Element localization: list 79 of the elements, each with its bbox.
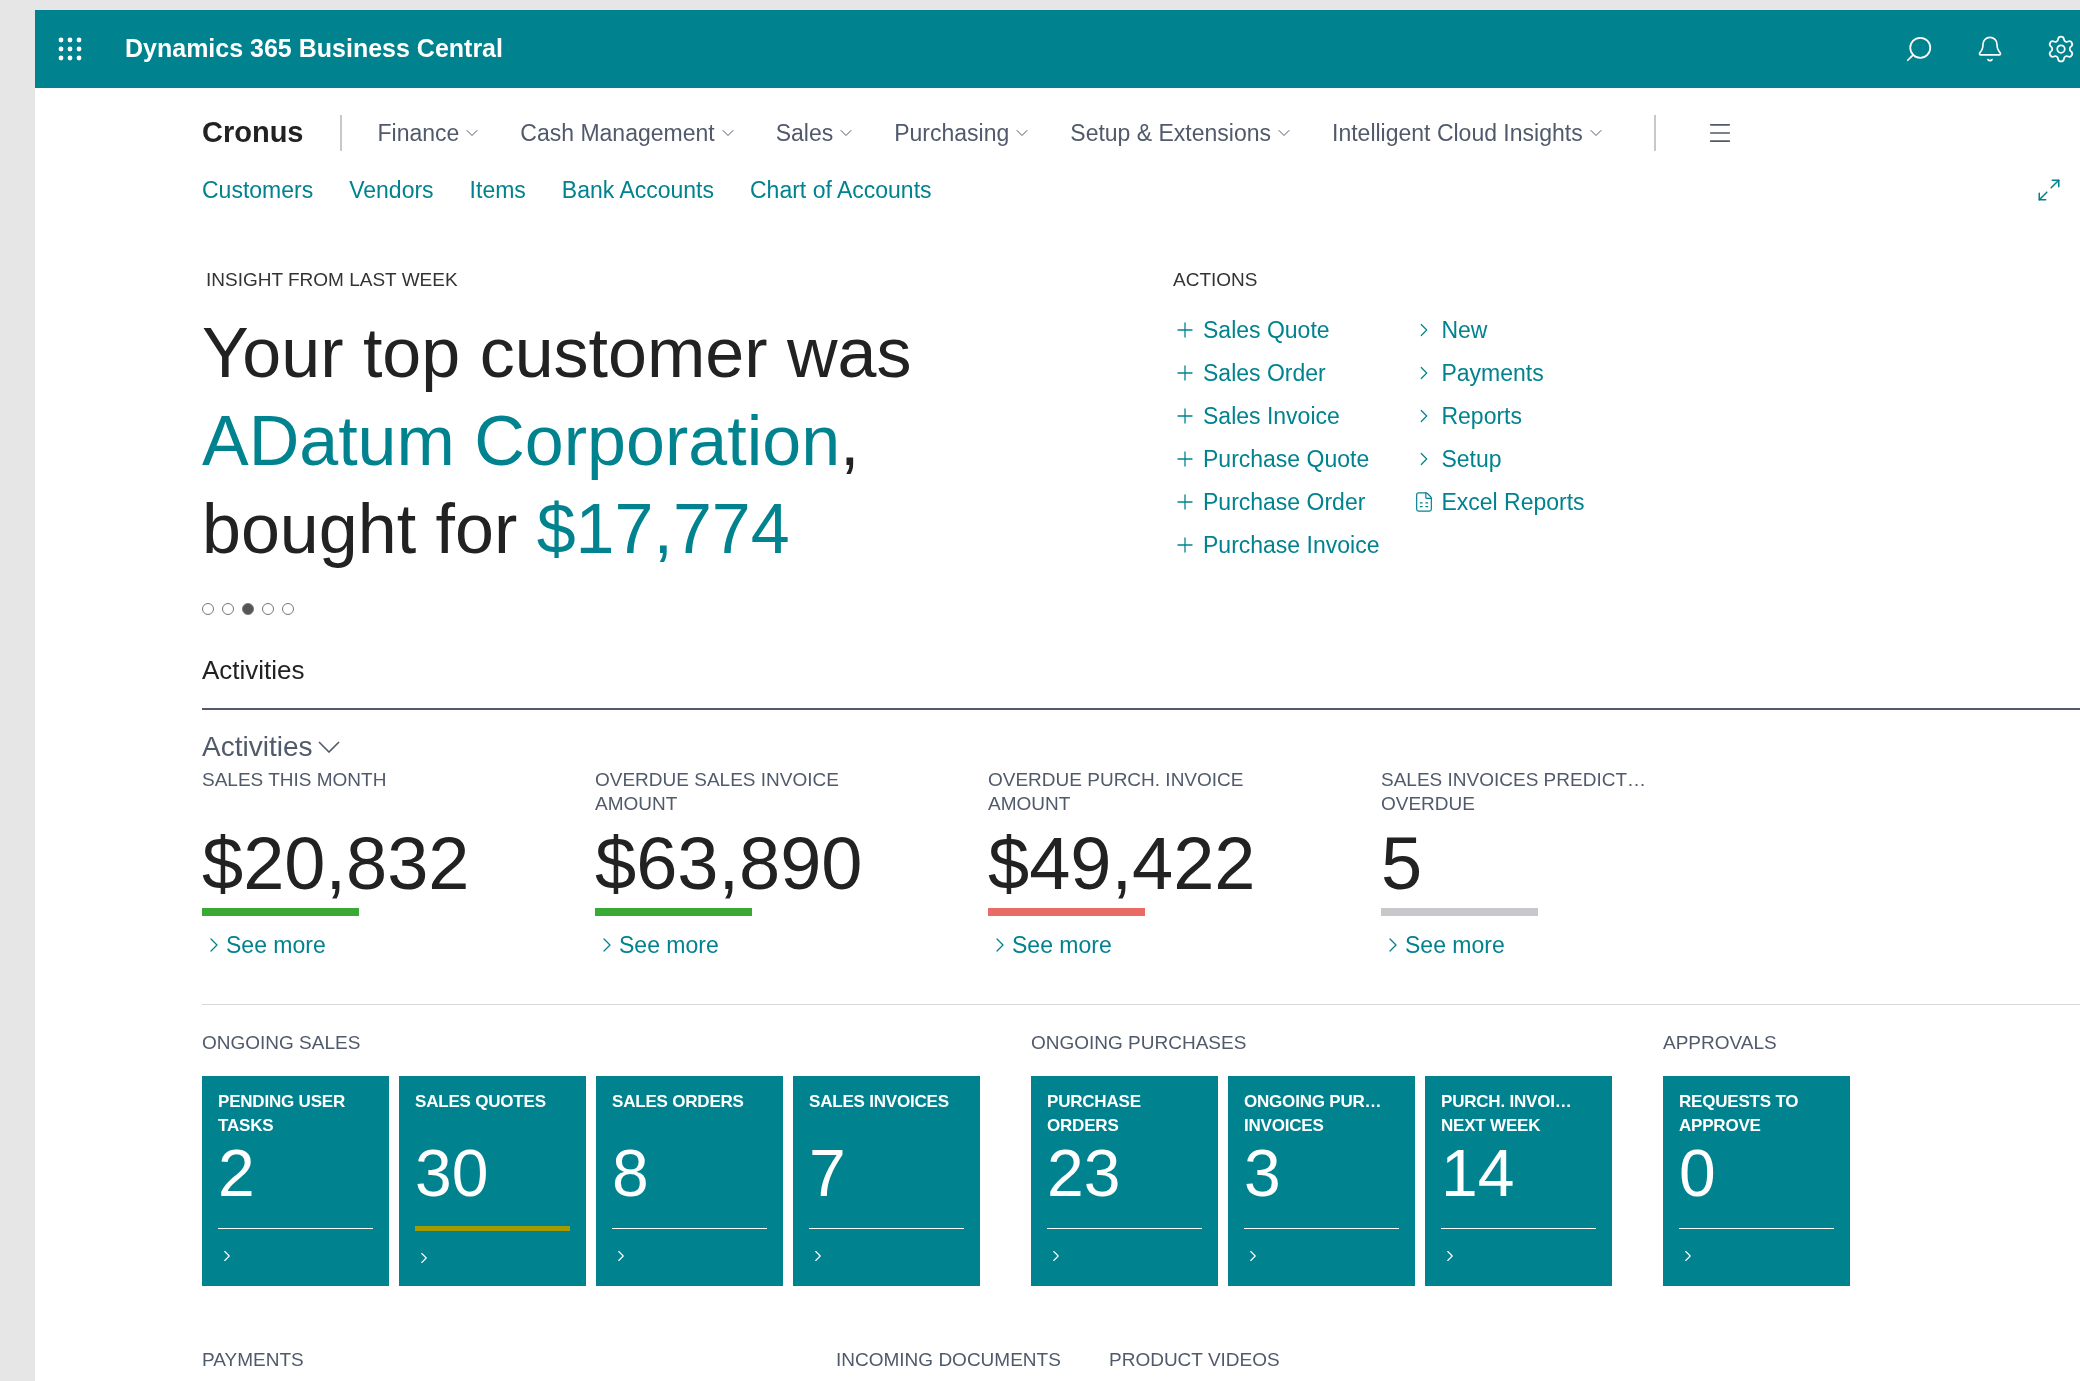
action-link[interactable]: Sales Order	[1173, 351, 1380, 395]
tile-label: SALES INVOICES	[809, 1090, 950, 1113]
tile-group-label: ONGOING SALES	[202, 1031, 362, 1055]
tile-group-label: APPROVALS	[1663, 1031, 1778, 1055]
company-name: Cronus	[202, 115, 304, 151]
cue-value[interactable]: $63,890	[595, 823, 863, 904]
tile-label: PENDING USER TASKS	[218, 1090, 346, 1137]
chevron-down-icon	[318, 740, 341, 753]
cue-tile[interactable]: PURCHASE ORDERS 23	[1031, 1075, 1218, 1286]
actions-label: ACTIONS	[1173, 268, 1259, 292]
insight-line: bought for $17,774	[202, 488, 791, 570]
cue-value[interactable]: $20,832	[202, 823, 470, 904]
see-more-link[interactable]: See more	[202, 927, 326, 962]
cue-tile[interactable]: SALES INVOICES 7	[793, 1075, 980, 1286]
insight-line: ADatum Corporation,	[202, 400, 861, 482]
action-link[interactable]: Excel Reports	[1413, 480, 1585, 524]
action-link[interactable]: Purchase Quote	[1173, 437, 1380, 481]
section-heading: Activities	[202, 653, 306, 687]
cue-label: OVERDUE SALES INVOICE AMOUNT	[595, 767, 840, 816]
nav-link[interactable]: Bank Accounts	[561, 172, 714, 208]
action-link[interactable]: Reports	[1413, 394, 1585, 438]
action-link[interactable]: Sales Invoice	[1173, 394, 1380, 438]
tile-value: 7	[809, 1137, 846, 1208]
insight-label: INSIGHT FROM LAST WEEK	[206, 268, 459, 292]
cue-tile[interactable]: ONGOING PUR… INVOICES 3	[1228, 1075, 1415, 1286]
nav-menu[interactable]: Sales	[775, 115, 857, 151]
tile-group-label: ONGOING PURCHASES	[1031, 1031, 1248, 1055]
tile-value: 30	[415, 1137, 489, 1208]
app-title: Dynamics 365 Business Central	[125, 33, 503, 65]
search-icon[interactable]	[1904, 34, 1934, 64]
tile-label: REQUESTS TO APPROVE	[1679, 1090, 1800, 1137]
tile-label: ONGOING PUR… INVOICES	[1244, 1090, 1383, 1137]
section-label: INCOMING DOCUMENTS	[836, 1348, 1061, 1370]
nav-link[interactable]: Chart of Accounts	[750, 172, 932, 208]
section-label: PAYMENTS	[202, 1348, 304, 1370]
tile-label: SALES ORDERS	[612, 1090, 745, 1113]
action-link[interactable]: Purchase Order	[1173, 480, 1380, 524]
nav-link[interactable]: Vendors	[349, 172, 434, 208]
cue-tile[interactable]: PURCH. INVOI… NEXT WEEK 14	[1425, 1075, 1612, 1286]
tile-value: 8	[612, 1137, 649, 1208]
notification-icon[interactable]	[1976, 35, 2004, 63]
action-link[interactable]: Sales Quote	[1173, 308, 1380, 352]
nav-menu[interactable]: Setup & Extensions	[1070, 115, 1295, 151]
nav-menu[interactable]: Intelligent Cloud Insights	[1332, 115, 1606, 151]
group-toggle[interactable]: Activities	[202, 725, 341, 768]
nav-menu[interactable]: Finance	[377, 115, 483, 151]
insight-line: Your top customer was	[202, 312, 913, 394]
nav-link[interactable]: Items	[469, 172, 526, 208]
nav-link[interactable]: Customers	[202, 172, 314, 208]
cue-label: SALES INVOICES PREDICT… OVERDUE	[1381, 767, 1647, 816]
cue-tile[interactable]: PENDING USER TASKS 2	[202, 1075, 389, 1286]
tile-label: SALES QUOTES	[415, 1090, 547, 1113]
tile-value: 0	[1679, 1137, 1716, 1208]
see-more-link[interactable]: See more	[988, 927, 1112, 962]
cue-tile[interactable]: SALES ORDERS 8	[596, 1075, 783, 1286]
settings-icon[interactable]	[2046, 34, 2076, 64]
tile-value: 14	[1441, 1137, 1515, 1208]
section-label: PRODUCT VIDEOS	[1109, 1348, 1280, 1370]
see-more-link[interactable]: See more	[1381, 927, 1505, 962]
cue-label: SALES THIS MONTH	[202, 767, 388, 792]
expand-icon[interactable]	[2036, 177, 2062, 203]
tile-value: 3	[1244, 1137, 1281, 1208]
tile-label: PURCH. INVOI… NEXT WEEK	[1441, 1090, 1573, 1137]
nav-menu[interactable]: Purchasing	[894, 115, 1033, 151]
action-link[interactable]: Payments	[1413, 351, 1585, 395]
action-link[interactable]: Setup	[1413, 437, 1585, 481]
cue-value[interactable]: $49,422	[988, 823, 1256, 904]
action-link[interactable]: New	[1413, 308, 1585, 352]
nav-menu[interactable]: Cash Management	[520, 115, 738, 151]
cue-value[interactable]: 5	[1381, 823, 1423, 904]
tile-label: PURCHASE ORDERS	[1047, 1090, 1142, 1137]
cue-tile[interactable]: SALES QUOTES 30	[399, 1075, 586, 1286]
tile-value: 23	[1047, 1137, 1121, 1208]
cue-label: OVERDUE PURCH. INVOICE AMOUNT	[988, 767, 1245, 816]
tile-value: 2	[218, 1137, 255, 1208]
see-more-link[interactable]: See more	[595, 927, 719, 962]
cue-tile[interactable]: REQUESTS TO APPROVE 0	[1663, 1075, 1850, 1286]
action-link[interactable]: Purchase Invoice	[1173, 523, 1380, 567]
app-launcher-icon[interactable]	[57, 36, 83, 62]
